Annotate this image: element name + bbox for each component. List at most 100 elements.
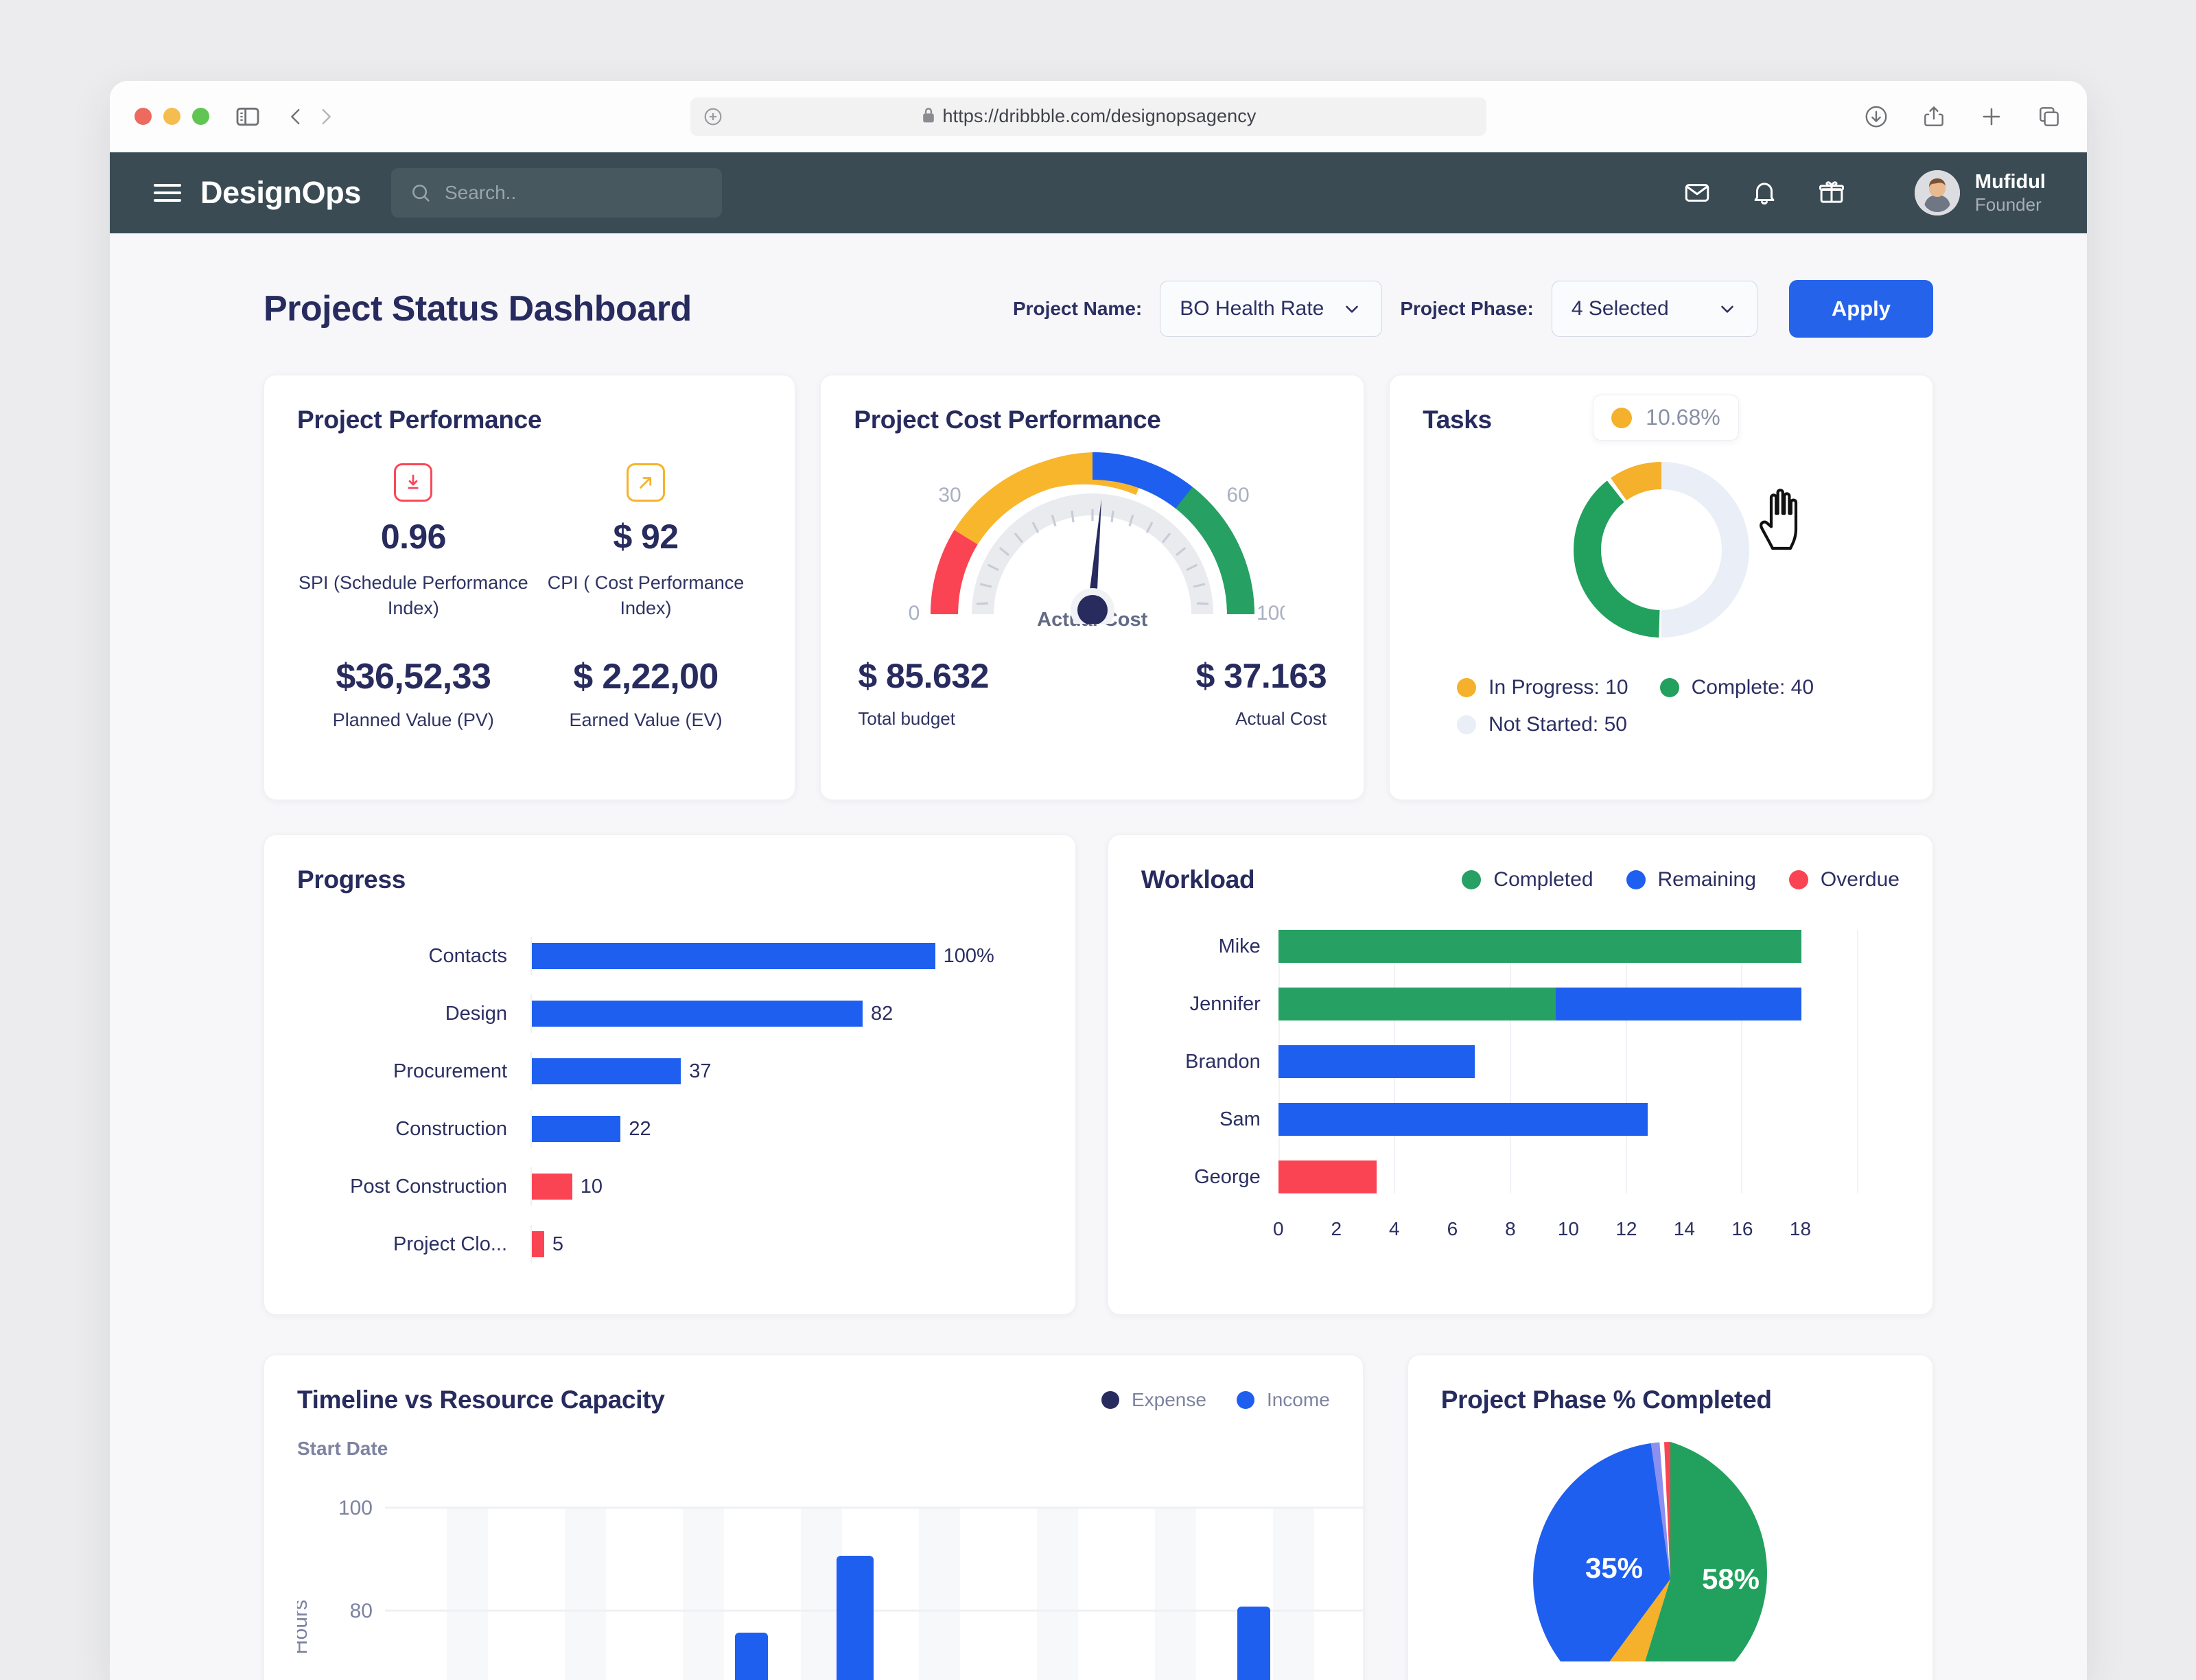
sidebar-toggle-icon[interactable] <box>234 103 261 130</box>
workload-card: Workload Completed Remaining Overdue Mik… <box>1107 835 1933 1315</box>
legend-label: In Progress: 10 <box>1488 676 1628 699</box>
workload-track <box>1278 988 1900 1020</box>
progress-value: 82 <box>870 1002 893 1025</box>
mail-icon[interactable] <box>1683 178 1712 207</box>
gauge-tick-0: 0 <box>908 602 920 624</box>
gift-icon[interactable] <box>1817 178 1846 207</box>
progress-category: Project Clo... <box>393 1233 507 1255</box>
legend-item-income[interactable]: Income <box>1236 1389 1330 1411</box>
browser-chrome: https://dribbble.com/designopsagency <box>110 81 2087 152</box>
progress-row: Contacts 100% <box>297 937 1042 975</box>
legend-label: Overdue <box>1820 868 1900 891</box>
planned-value-amount: $36,52,33 <box>336 656 491 697</box>
avatar <box>1914 170 1960 215</box>
timeline-legend: Expense Income <box>1101 1389 1330 1411</box>
workload-row: Mike <box>1141 930 1900 963</box>
actual-cost-label: Actual Cost <box>1235 708 1327 729</box>
timeline-card: Timeline vs Resource Capacity Expense In… <box>264 1355 1364 1680</box>
gauge-tick-100: 100 <box>1257 602 1285 624</box>
axis-tick-label: 14 <box>1673 1218 1695 1239</box>
search-input[interactable] <box>444 182 704 204</box>
add-tab-field-icon[interactable] <box>701 105 725 128</box>
workload-segment-completed <box>1278 930 1801 963</box>
address-bar[interactable]: https://dribbble.com/designopsagency <box>690 97 1486 136</box>
axis-tick-label: 12 <box>1615 1218 1637 1239</box>
legend-item-not-started[interactable]: Not Started: 50 <box>1457 713 1627 736</box>
url-value: https://dribbble.com/designopsagency <box>942 106 1257 126</box>
browser-toolbar-right <box>1863 104 2062 130</box>
menu-icon[interactable] <box>154 179 181 207</box>
progress-bar <box>532 1174 572 1200</box>
project-phase-card: Project Phase % Completed 58% 35% <box>1407 1355 1933 1680</box>
search-box[interactable] <box>390 168 722 218</box>
chevron-down-icon <box>1342 299 1362 319</box>
legend-item-expense[interactable]: Expense <box>1101 1389 1206 1411</box>
tasks-legend-row: Not Started: 50 <box>1457 713 1900 736</box>
tab-overview-icon[interactable] <box>2036 104 2062 130</box>
progress-value: 5 <box>552 1233 563 1255</box>
project-phase-select[interactable]: 4 Selected <box>1551 281 1757 337</box>
workload-legend: Completed Remaining Overdue <box>1462 868 1900 891</box>
workload-track <box>1278 930 1900 963</box>
download-box-icon <box>394 463 433 502</box>
earned-value-amount: $ 2,22,00 <box>573 656 719 697</box>
lock-icon <box>921 106 936 124</box>
total-budget: $ 85.632 Total budget <box>858 656 1092 730</box>
page-title: Project Status Dashboard <box>264 289 692 329</box>
cost-values: $ 85.632 Total budget $ 37.163 Actual Co… <box>854 656 1331 730</box>
progress-track: 5 <box>530 1225 1042 1263</box>
window-controls[interactable] <box>135 108 209 125</box>
minimize-window-button[interactable] <box>163 108 180 125</box>
earned-value-label: Earned Value (EV) <box>569 709 723 730</box>
performance-metrics: 0.96 SPI (Schedule Performance Index) $ … <box>297 463 762 622</box>
forward-icon[interactable] <box>311 102 341 132</box>
legend-dot <box>1626 870 1646 889</box>
apply-button[interactable]: Apply <box>1788 280 1933 338</box>
progress-row: Procurement 37 <box>297 1052 1042 1090</box>
legend-item-completed[interactable]: Completed <box>1462 868 1593 891</box>
progress-bar <box>532 1058 681 1084</box>
progress-value: 37 <box>689 1060 712 1082</box>
bell-icon[interactable] <box>1750 178 1779 207</box>
legend-item-overdue[interactable]: Overdue <box>1788 868 1900 891</box>
new-tab-icon[interactable] <box>1978 104 2005 130</box>
share-icon[interactable] <box>1921 104 1947 130</box>
legend-dot <box>1457 678 1477 697</box>
workload-person: Brandon <box>1185 1050 1261 1073</box>
legend-item-remaining[interactable]: Remaining <box>1626 868 1756 891</box>
workload-person: Mike <box>1218 935 1261 957</box>
workload-person: George <box>1194 1165 1261 1188</box>
axis-tick-label: 0 <box>1273 1218 1284 1239</box>
axis-tick-label: 8 <box>1505 1218 1516 1239</box>
project-phase-title: Project Phase % Completed <box>1440 1386 1772 1414</box>
timeline-band-stripes <box>447 1508 1314 1680</box>
progress-value: 22 <box>629 1117 651 1140</box>
close-window-button[interactable] <box>135 108 152 125</box>
legend-label: Expense <box>1131 1389 1206 1410</box>
brand-logo[interactable]: DesignOps <box>200 175 361 211</box>
arrow-up-right-box-icon <box>627 463 665 502</box>
url-text-wrap: https://dribbble.com/designopsagency <box>921 106 1257 127</box>
cpi-metric: $ 92 CPI ( Cost Performance Index) <box>530 463 762 622</box>
legend-item-complete[interactable]: Complete: 40 <box>1659 676 1814 699</box>
back-icon[interactable] <box>281 102 311 132</box>
download-icon[interactable] <box>1863 104 1889 130</box>
legend-dot <box>1101 1391 1119 1409</box>
progress-category: Procurement <box>393 1060 507 1082</box>
project-cost-performance-title: Project Cost Performance <box>854 406 1161 434</box>
legend-dot <box>1457 715 1477 734</box>
project-name-select[interactable]: BO Health Rate <box>1160 281 1383 337</box>
tasks-donut-chart[interactable] <box>1423 447 1900 653</box>
project-name-value: BO Health Rate <box>1180 297 1324 320</box>
dashboard-page: Project Status Dashboard Project Name: B… <box>110 233 2087 1680</box>
progress-row: Post Construction 10 <box>297 1167 1042 1206</box>
spi-metric: 0.96 SPI (Schedule Performance Index) <box>297 463 530 622</box>
workload-segment-overdue <box>1278 1160 1377 1193</box>
legend-item-in-progress[interactable]: In Progress: 10 <box>1457 676 1628 699</box>
workload-person: Jennifer <box>1189 992 1261 1015</box>
bottom-row: Timeline vs Resource Capacity Expense In… <box>264 1355 1933 1680</box>
maximize-window-button[interactable] <box>192 108 209 125</box>
user-profile[interactable]: Mufidul Founder <box>1914 170 2046 215</box>
progress-bar <box>532 1231 544 1257</box>
user-role: Founder <box>1974 194 2042 215</box>
